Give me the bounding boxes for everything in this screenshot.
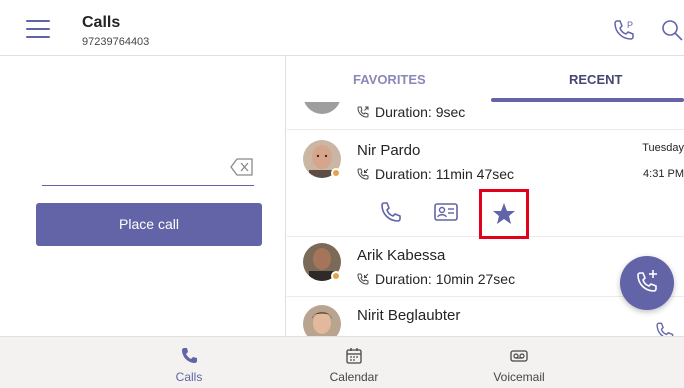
nav-voicemail[interactable]: Voicemail — [474, 347, 564, 384]
incoming-call-icon — [357, 273, 369, 285]
park-call-icon[interactable]: P — [612, 18, 636, 42]
dial-number-field[interactable] — [42, 152, 254, 186]
nav-label: Voicemail — [493, 370, 545, 384]
contact-name: Nirit Beglaubter — [357, 307, 461, 324]
nav-label: Calendar — [329, 370, 379, 384]
nav-label: Calls — [175, 370, 203, 384]
call-icon[interactable] — [652, 319, 680, 336]
svg-text:P: P — [627, 20, 633, 30]
contact-name: Nir Pardo — [357, 142, 421, 159]
page-title: Calls — [82, 14, 121, 31]
bottom-navigation: Calls Calendar Voicemail — [0, 336, 684, 388]
place-call-button[interactable]: Place call — [36, 203, 262, 246]
menu-icon[interactable] — [26, 20, 50, 38]
presence-status-icon — [331, 168, 341, 178]
voicemail-icon — [510, 350, 528, 362]
tab-favorites[interactable]: FAVORITES — [353, 72, 426, 87]
contact-card-button[interactable] — [432, 198, 460, 226]
nav-calendar[interactable]: Calendar — [309, 347, 399, 384]
top-bar: Calls 97239764403 P — [0, 0, 684, 56]
star-icon — [493, 203, 515, 224]
backspace-icon[interactable] — [230, 158, 254, 176]
call-duration: Duration: 10min 27sec — [375, 271, 516, 287]
outgoing-call-icon — [357, 106, 369, 118]
search-icon[interactable] — [660, 18, 684, 42]
phone-icon — [182, 348, 197, 363]
call-date: Tuesday — [642, 142, 684, 154]
presence-status-icon — [331, 271, 341, 281]
avatar — [303, 305, 341, 336]
tab-recent[interactable]: RECENT — [569, 72, 622, 87]
calendar-icon — [346, 348, 362, 364]
new-call-button[interactable] — [620, 256, 674, 310]
call-duration: Duration: 11min 47sec — [375, 166, 515, 182]
tab-bar: FAVORITES RECENT — [287, 56, 684, 102]
active-tab-indicator — [491, 98, 684, 102]
incoming-call-icon — [357, 168, 369, 180]
nav-calls[interactable]: Calls — [144, 347, 234, 384]
phone-number: 97239764403 — [82, 36, 150, 48]
dial-pad-panel: Place call — [0, 56, 286, 336]
call-history-item[interactable]: Duration: 9sec — [287, 90, 684, 130]
call-duration: Duration: 9sec — [375, 104, 466, 120]
call-time: 4:31 PM — [643, 168, 684, 180]
contact-name: Arik Kabessa — [357, 247, 446, 264]
add-to-favorites-button[interactable] — [479, 189, 529, 239]
call-back-button[interactable] — [376, 198, 404, 226]
